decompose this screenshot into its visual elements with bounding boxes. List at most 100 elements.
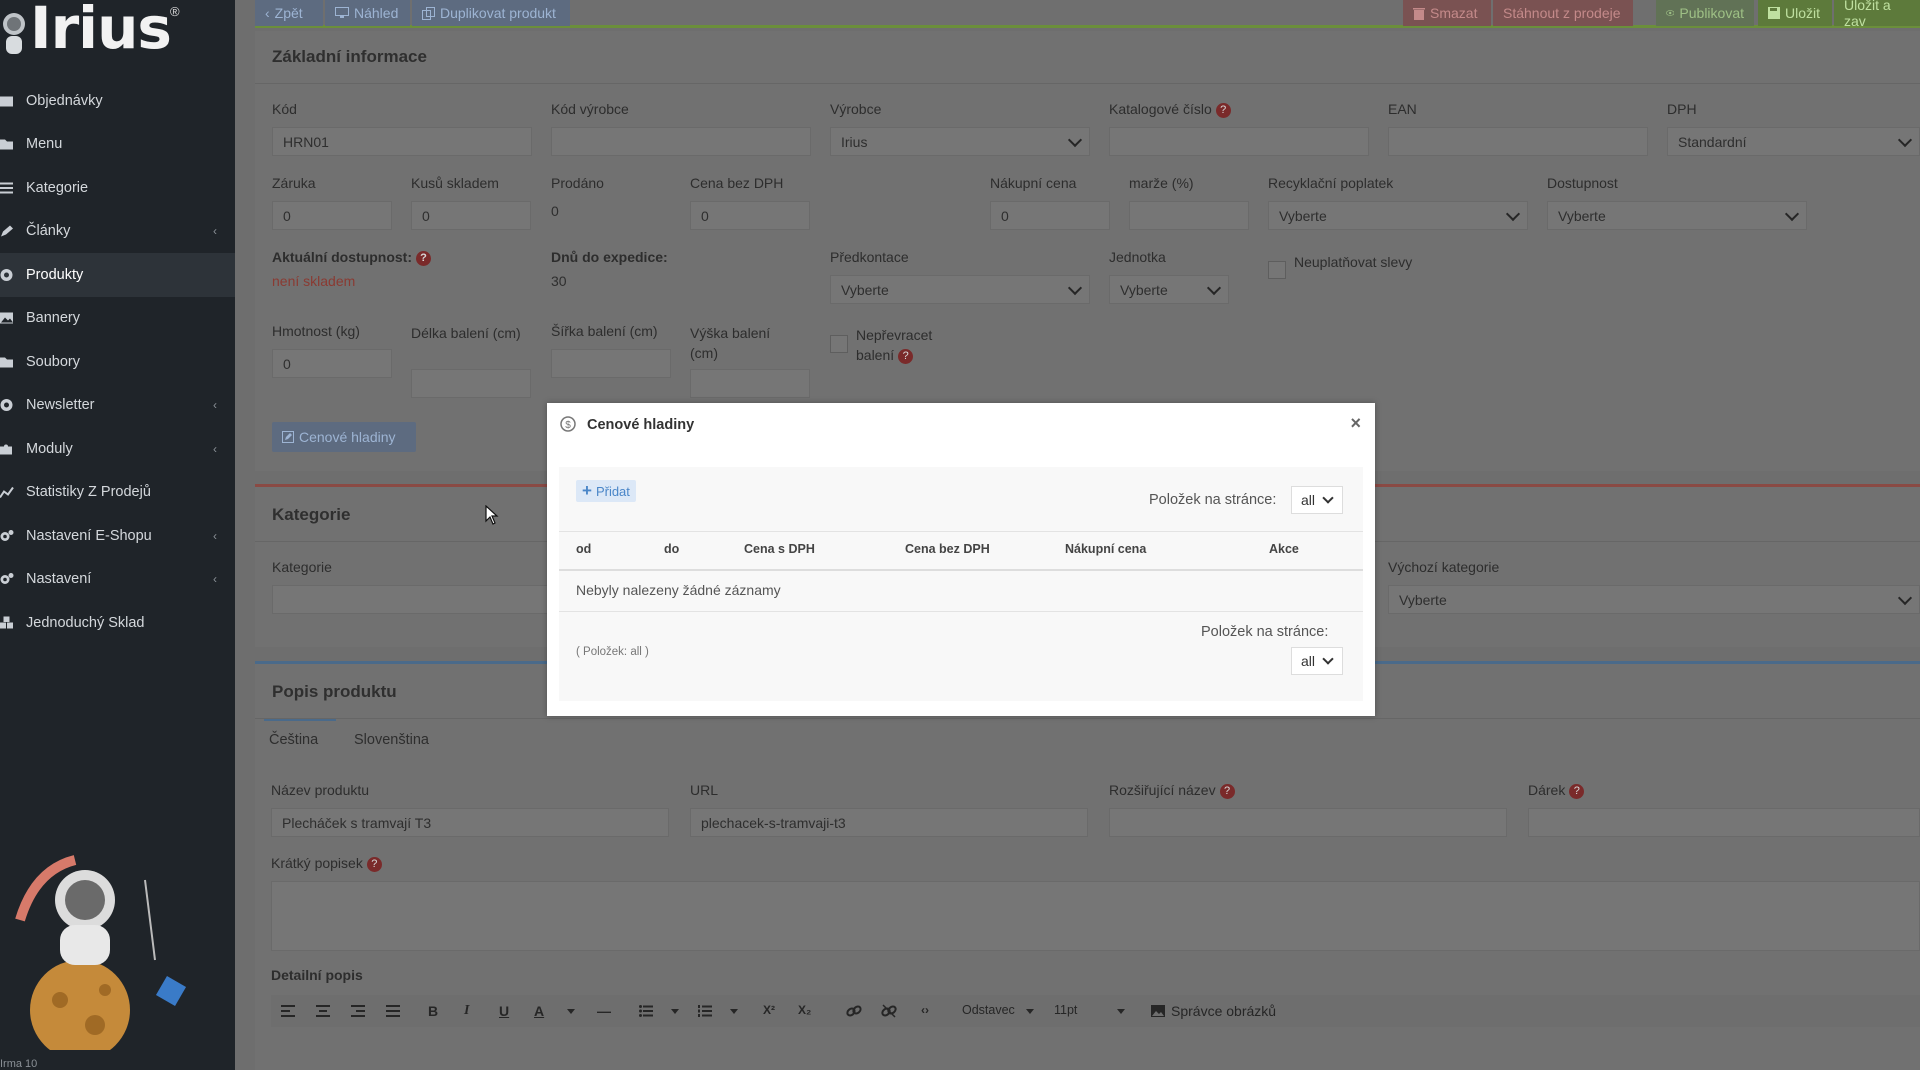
column-header-cena-bez-dph[interactable]: Cena bez DPH — [905, 542, 990, 556]
source-code-button[interactable]: ‹› — [921, 1003, 929, 1017]
delete-button[interactable]: Smazat — [1403, 0, 1491, 26]
caret-down-icon[interactable] — [1117, 1009, 1125, 1014]
delka-baleni-input[interactable] — [411, 369, 531, 398]
nazev-produktu-input[interactable]: Plecháček s tramvají T3 — [271, 808, 669, 837]
link-icon[interactable] — [846, 1004, 862, 1018]
kategorie-input[interactable] — [272, 585, 572, 614]
ean-input[interactable] — [1388, 127, 1648, 156]
sidebar-item-nastaveni-eshopu[interactable]: Nastavení E-Shopu ‹ — [0, 514, 235, 558]
column-header-do[interactable]: do — [664, 542, 679, 556]
section-title: Popis produktu — [272, 682, 397, 701]
column-header-od[interactable]: od — [576, 542, 591, 556]
caret-down-icon[interactable] — [730, 1009, 738, 1014]
save-and-close-button[interactable]: Uložit a zav — [1834, 0, 1920, 29]
caret-down-icon[interactable] — [671, 1009, 679, 1014]
sidebar-item-nastaveni[interactable]: Nastavení ‹ — [0, 558, 235, 602]
close-icon[interactable]: × — [1350, 413, 1361, 434]
price-levels-button[interactable]: Cenové hladiny — [272, 422, 416, 452]
darek-input[interactable] — [1528, 808, 1920, 837]
katalogove-cislo-input[interactable] — [1109, 127, 1369, 156]
vyska-baleni-input[interactable] — [690, 369, 810, 398]
per-page-select[interactable]: all — [1291, 486, 1343, 514]
modal-header: $ Cenové hladiny × — [547, 403, 1375, 447]
recyklacni-poplatek-select[interactable]: Vyberte — [1268, 201, 1528, 230]
column-header-cena-s-dph[interactable]: Cena s DPH — [744, 542, 815, 556]
align-center-icon[interactable] — [316, 1005, 330, 1017]
rozsirujici-nazev-input[interactable] — [1109, 808, 1507, 837]
bullet-list-icon[interactable] — [639, 1005, 653, 1017]
preview-button[interactable]: Náhled — [325, 0, 410, 26]
dph-select[interactable]: Standardní — [1667, 127, 1920, 156]
sidebar-item-moduly[interactable]: Moduly ‹ — [0, 427, 235, 471]
cena-bez-dph-input[interactable]: 0 — [690, 201, 810, 230]
cena-bez-dph-label: Cena bez DPH — [690, 175, 784, 191]
kratky-popisek-textarea[interactable] — [271, 881, 1920, 951]
detailni-popis-label: Detailní popis — [271, 967, 363, 983]
sidebar-item-menu[interactable]: Menu — [0, 123, 235, 167]
neuplatnovat-slevy-checkbox[interactable] — [1268, 261, 1286, 279]
horizontal-rule-button[interactable]: — — [597, 1003, 611, 1019]
vyrobce-select[interactable]: Irius — [830, 127, 1090, 156]
sidebar-item-produkty[interactable]: Produkty — [0, 253, 235, 297]
sidebar-item-sklad[interactable]: Jednoduchý Sklad — [0, 601, 235, 645]
unlink-icon[interactable] — [881, 1004, 897, 1018]
zaruka-input[interactable]: 0 — [272, 201, 392, 230]
tab-slovenstina[interactable]: Slovenština — [354, 732, 429, 748]
subscript-button[interactable]: X₂ — [798, 1003, 811, 1017]
caret-down-icon[interactable] — [1026, 1009, 1034, 1014]
align-left-icon[interactable] — [281, 1005, 295, 1017]
help-icon[interactable]: ? — [898, 348, 914, 364]
align-justify-icon[interactable] — [386, 1005, 400, 1017]
font-color-button[interactable]: A — [534, 1003, 544, 1019]
help-icon[interactable]: ? — [1569, 783, 1585, 799]
sidebar-item-statistiky[interactable]: Statistiky Z Prodejů — [0, 471, 235, 515]
dostupnost-select[interactable]: Vyberte — [1547, 201, 1807, 230]
paragraph-format-select[interactable]: Odstavec — [962, 1003, 1015, 1017]
chevron-left-icon: ‹ — [213, 398, 217, 413]
help-icon[interactable]: ? — [366, 856, 382, 872]
italic-button[interactable]: I — [464, 1003, 469, 1019]
sirka-baleni-label: Šířka balení (cm) — [551, 323, 658, 339]
sirka-baleni-input[interactable] — [551, 349, 671, 378]
kod-input[interactable]: HRN01 — [272, 127, 532, 156]
bold-button[interactable]: B — [428, 1003, 438, 1019]
sidebar-item-soubory[interactable]: Soubory — [0, 340, 235, 384]
sidebar-item-bannery[interactable]: Bannery — [0, 297, 235, 341]
items-count: ( Položek: all ) — [576, 646, 649, 658]
logo[interactable]: Irius ® — [0, 0, 235, 72]
add-price-level-button[interactable]: + Přidat — [576, 480, 636, 502]
vychozi-kategorie-select[interactable]: Vyberte — [1388, 585, 1920, 614]
kod-vyrobce-input[interactable] — [551, 127, 811, 156]
superscript-button[interactable]: X² — [763, 1003, 775, 1017]
caret-down-icon[interactable] — [567, 1009, 575, 1014]
save-button[interactable]: Uložit — [1758, 0, 1832, 26]
prodano-value: 0 — [551, 203, 559, 219]
publish-button[interactable]: Publikovat — [1656, 0, 1754, 26]
align-right-icon[interactable] — [351, 1005, 365, 1017]
column-header-nakupni-cena[interactable]: Nákupní cena — [1065, 542, 1146, 556]
help-icon[interactable]: ? — [1219, 783, 1235, 799]
help-icon[interactable]: ? — [1215, 102, 1231, 118]
sidebar-item-objednavky[interactable]: Objednávky — [0, 79, 235, 123]
kusu-skladem-input[interactable]: 0 — [411, 201, 531, 230]
sidebar-item-kategorie[interactable]: Kategorie — [0, 166, 235, 210]
neprevracet-baleni-checkbox[interactable] — [830, 335, 848, 353]
back-button[interactable]: ‹ Zpět — [255, 0, 323, 26]
numbered-list-icon[interactable] — [698, 1005, 712, 1017]
hmotnost-input[interactable]: 0 — [272, 349, 392, 378]
duplicate-button[interactable]: Duplikovat produkt — [412, 0, 570, 26]
nakupni-cena-input[interactable]: 0 — [990, 201, 1110, 230]
help-icon[interactable]: ? — [416, 250, 431, 266]
jednotka-select[interactable]: Vyberte — [1109, 275, 1229, 304]
sidebar-item-clanky[interactable]: Články ‹ — [0, 210, 235, 254]
withdraw-from-sale-button[interactable]: Stáhnout z prodeje — [1493, 0, 1633, 26]
per-page-select-bottom[interactable]: all — [1291, 647, 1343, 675]
sidebar-item-newsletter[interactable]: Newsletter ‹ — [0, 384, 235, 428]
predkontace-select[interactable]: Vyberte — [830, 275, 1090, 304]
image-manager-button[interactable]: Správce obrázků — [1171, 1003, 1276, 1019]
underline-button[interactable]: U — [499, 1003, 509, 1019]
url-input[interactable]: plechacek-s-tramvaji-t3 — [690, 808, 1088, 837]
tab-cestina[interactable]: Čeština — [269, 732, 318, 756]
marze-input[interactable] — [1129, 201, 1249, 230]
font-size-select[interactable]: 11pt — [1054, 1003, 1077, 1017]
